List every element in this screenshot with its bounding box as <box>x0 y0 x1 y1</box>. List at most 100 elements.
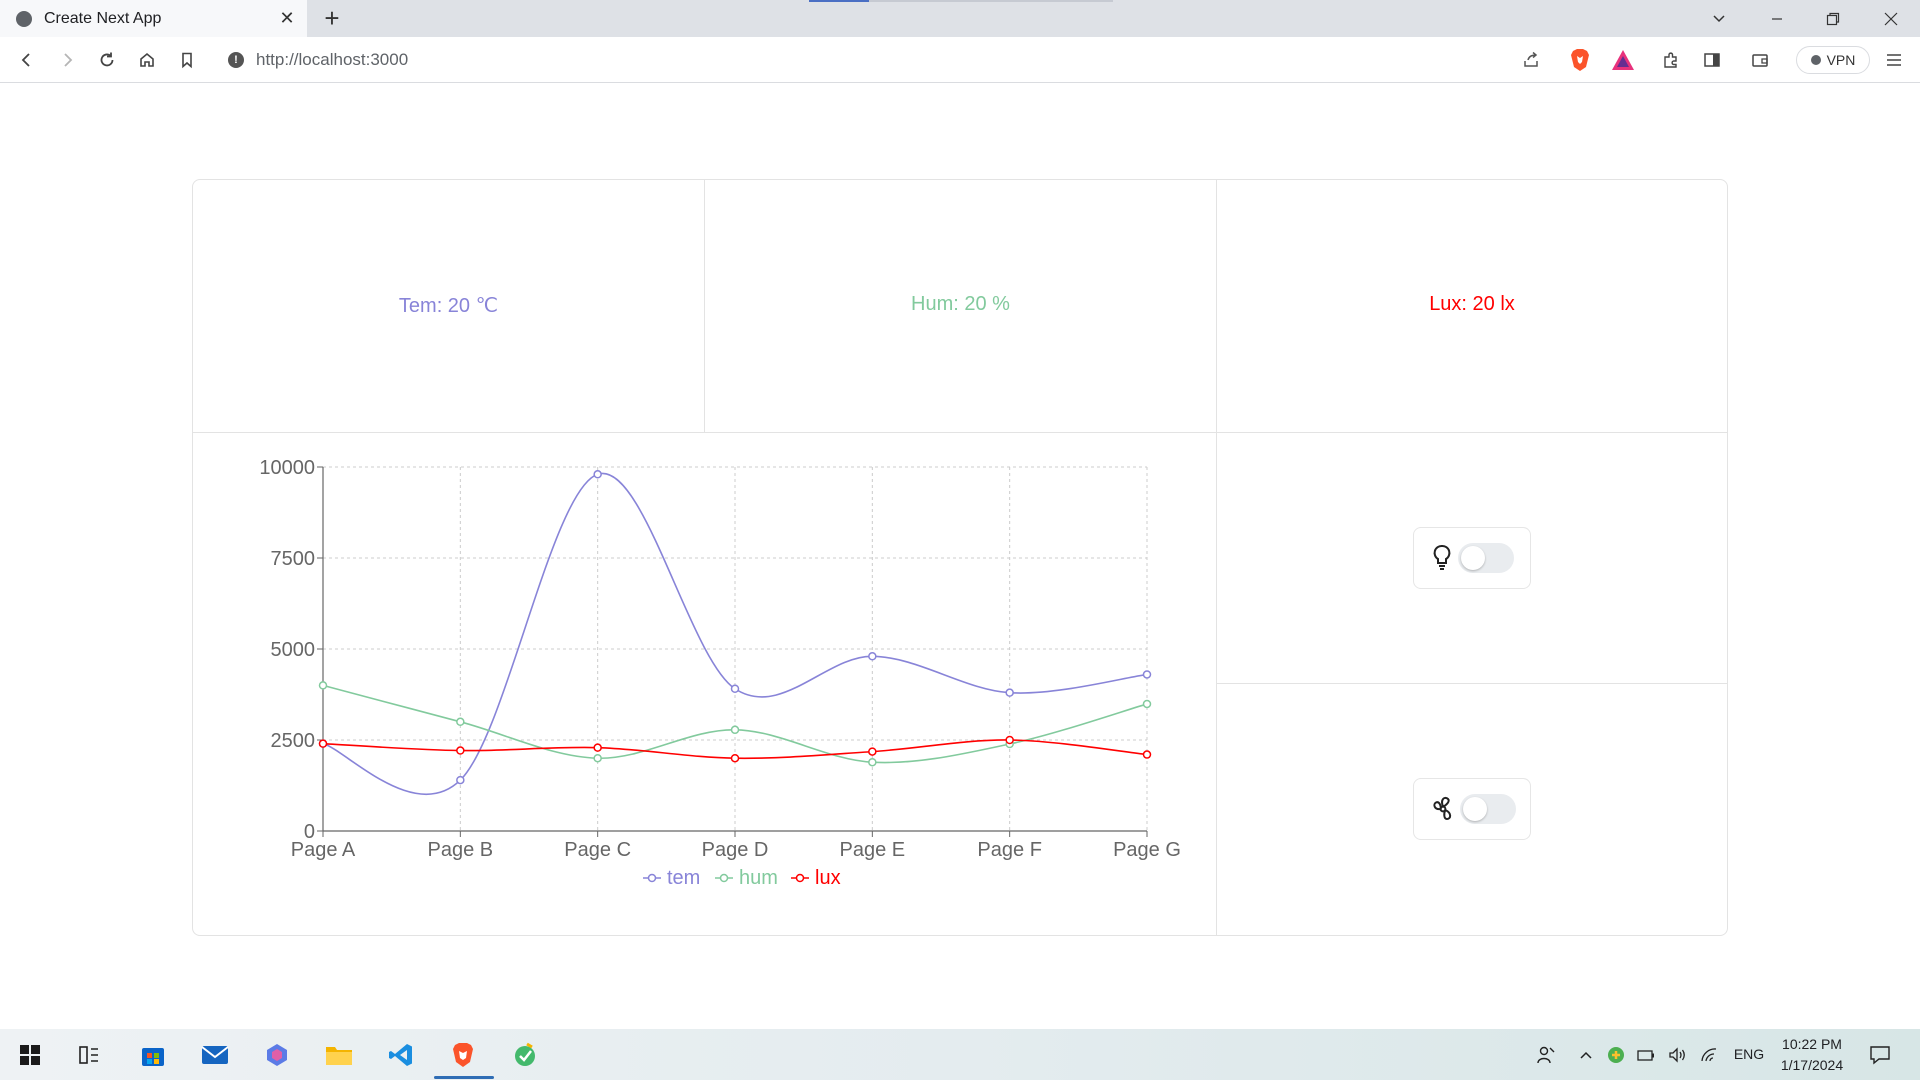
data-point-lux <box>730 753 740 763</box>
sidebar-icon[interactable] <box>1699 47 1725 73</box>
temperature-readout: Tem: 20 ℃ <box>398 295 499 317</box>
taskbar: ENG 10:22 PM 1/17/2024 <box>0 1029 1920 1080</box>
brave-rewards-icon[interactable] <box>1610 47 1636 73</box>
legend-label-hum: hum <box>739 867 778 889</box>
tab-bar: Create Next App ✕ + <box>0 0 1920 37</box>
x-tick-label: Page A <box>291 839 356 861</box>
data-point-tem <box>1005 688 1014 697</box>
clock-date[interactable]: 1/17/2024 <box>1770 1057 1854 1073</box>
bookmark-button[interactable] <box>171 44 203 76</box>
brave-browser-icon[interactable] <box>447 1039 479 1071</box>
data-point-tem <box>456 775 465 785</box>
data-point-tem <box>730 684 740 693</box>
legend-marker-hum <box>719 873 729 883</box>
app-icon[interactable] <box>509 1039 541 1071</box>
tab-title: Create Next App <box>44 9 162 27</box>
lux-readout: Lux: 20 lx <box>1429 293 1515 315</box>
tab-strip-indicator <box>809 0 869 2</box>
vpn-status-icon <box>1810 55 1821 65</box>
data-point-lux <box>318 739 328 748</box>
legend-marker-tem <box>647 873 657 883</box>
toggle-knob <box>1463 797 1487 821</box>
new-tab-button[interactable]: + <box>318 3 346 33</box>
x-tick-label: Page D <box>702 839 769 861</box>
data-point-hum <box>730 725 740 735</box>
light-toggle[interactable] <box>1458 543 1514 573</box>
vscode-icon[interactable] <box>385 1039 417 1071</box>
mail-icon[interactable] <box>199 1039 231 1071</box>
restore-button[interactable] <box>1805 0 1861 37</box>
legend-label-lux: lux <box>815 867 841 889</box>
x-tick-label: Page F <box>977 839 1041 861</box>
back-button[interactable] <box>11 44 43 76</box>
volume-icon[interactable] <box>1666 1039 1690 1071</box>
minimize-button[interactable] <box>1749 0 1805 37</box>
data-point-tem <box>593 470 602 479</box>
browser-tab[interactable]: Create Next App ✕ <box>0 0 307 37</box>
close-window-button[interactable] <box>1863 0 1919 37</box>
notification-center-icon[interactable] <box>1864 1039 1896 1071</box>
data-point-tem <box>1142 670 1152 679</box>
home-button[interactable] <box>131 44 163 76</box>
active-app-indicator <box>434 1076 494 1079</box>
wallet-icon[interactable] <box>1747 47 1773 73</box>
menu-icon[interactable] <box>1881 47 1907 73</box>
data-point-hum <box>456 717 465 727</box>
humidity-readout: Hum: 20 % <box>911 293 1010 315</box>
legend-label-tem: tem <box>667 867 700 889</box>
y-tick-label: 10000 <box>259 457 315 479</box>
toggle-knob <box>1461 546 1485 570</box>
tab-strip-track <box>869 0 1113 2</box>
copilot-icon[interactable] <box>261 1039 293 1071</box>
share-icon[interactable] <box>1518 47 1544 73</box>
tab-search-chevron-icon[interactable] <box>1691 0 1747 37</box>
data-point-tem <box>868 652 877 661</box>
fan-toggle[interactable] <box>1460 794 1516 824</box>
microsoft-store-icon[interactable] <box>137 1039 169 1071</box>
tab-close-button[interactable]: ✕ <box>273 5 301 33</box>
data-point-lux <box>456 746 465 755</box>
y-tick-label: 7500 <box>271 548 316 570</box>
data-point-lux <box>593 743 602 752</box>
fan-icon <box>1430 795 1456 823</box>
legend-marker-lux <box>795 873 805 883</box>
tray-app-icon[interactable] <box>1604 1039 1628 1071</box>
x-tick-label: Page B <box>428 839 494 861</box>
data-point-lux <box>1005 735 1014 745</box>
task-view-icon[interactable] <box>73 1039 105 1071</box>
windows-start-icon[interactable] <box>14 1039 46 1071</box>
extensions-icon[interactable] <box>1658 47 1684 73</box>
language-indicator[interactable]: ENG <box>1731 1046 1767 1062</box>
forward-button[interactable] <box>51 44 83 76</box>
lightbulb-icon <box>1430 543 1454 573</box>
data-point-hum <box>318 681 328 690</box>
wifi-icon[interactable] <box>1697 1039 1721 1071</box>
divider <box>1217 683 1727 684</box>
data-point-hum <box>593 753 602 763</box>
globe-icon <box>16 10 32 27</box>
y-tick-label: 5000 <box>271 639 316 661</box>
battery-icon[interactable] <box>1634 1039 1658 1071</box>
fan-switch-box <box>1413 778 1531 840</box>
vpn-button[interactable]: VPN <box>1796 46 1870 74</box>
file-explorer-icon[interactable] <box>323 1039 355 1071</box>
site-info-icon[interactable]: ! <box>228 52 244 68</box>
browser-toolbar: ! http://localhost:3000 VPN <box>0 37 1920 83</box>
url-text[interactable]: http://localhost:3000 <box>256 50 408 70</box>
y-tick-label: 2500 <box>271 730 316 752</box>
x-tick-label: Page C <box>564 839 631 861</box>
show-hidden-icons-chevron-icon[interactable] <box>1574 1039 1598 1071</box>
people-icon[interactable] <box>1530 1039 1562 1071</box>
data-point-hum <box>868 757 877 767</box>
address-bar[interactable]: ! http://localhost:3000 <box>216 43 1566 77</box>
clock-time[interactable]: 10:22 PM <box>1770 1036 1854 1052</box>
data-point-lux <box>868 747 877 756</box>
line-chart: 025005000750010000Page A Page B Page C Page… <box>259 457 1181 889</box>
brave-shields-icon[interactable] <box>1567 47 1593 73</box>
reload-button[interactable] <box>91 44 123 76</box>
data-point-hum <box>1142 699 1152 709</box>
light-switch-box <box>1413 527 1531 589</box>
vpn-label: VPN <box>1826 52 1856 68</box>
x-tick-label: Page G <box>1113 839 1181 861</box>
x-tick-label: Page E <box>840 839 906 861</box>
